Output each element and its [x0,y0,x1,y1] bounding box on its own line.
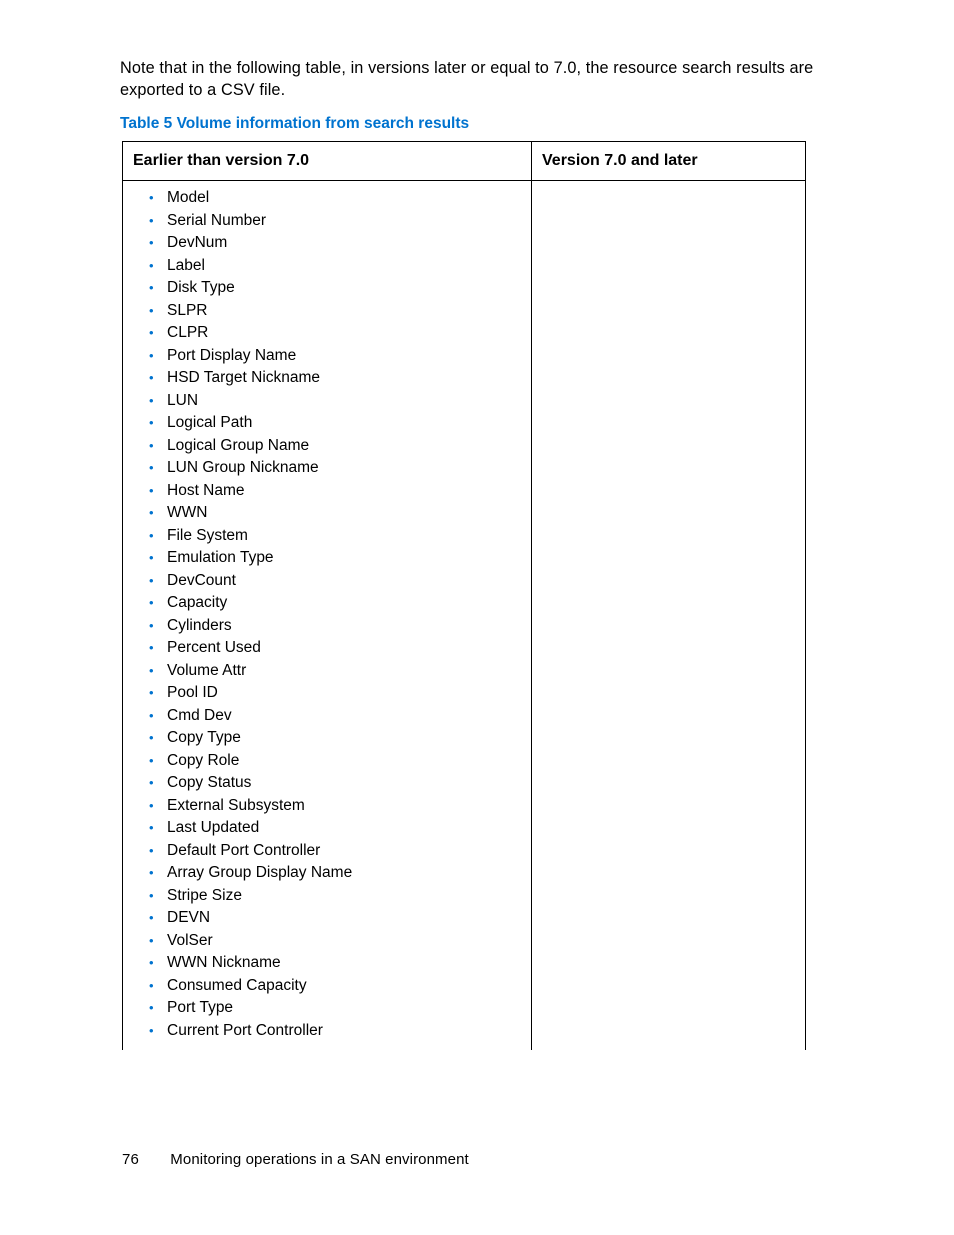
footer-section-title: Monitoring operations in a SAN environme… [170,1151,469,1168]
page-footer: 76 Monitoring operations in a SAN enviro… [122,1151,469,1168]
earlier-items-list: ModelSerial NumberDevNumLabelDisk TypeSL… [133,187,521,1042]
list-item: Host Name [149,480,521,503]
list-item: Current Port Controller [149,1020,521,1043]
list-item: Emulation Type [149,547,521,570]
list-item: Model [149,187,521,210]
table-caption: Table 5 Volume information from search r… [120,115,834,133]
list-item: Capacity [149,592,521,615]
list-item: Cmd Dev [149,705,521,728]
list-item: SLPR [149,300,521,323]
list-item: Default Port Controller [149,840,521,863]
intro-paragraph: Note that in the following table, in ver… [120,57,834,101]
list-item: Copy Role [149,750,521,773]
list-item: Port Type [149,997,521,1020]
list-item: DevCount [149,570,521,593]
list-item: WWN Nickname [149,952,521,975]
list-item: Logical Path [149,412,521,435]
list-item: Copy Status [149,772,521,795]
table-header-earlier: Earlier than version 7.0 [123,142,532,181]
list-item: CLPR [149,322,521,345]
list-item: Disk Type [149,277,521,300]
page-number: 76 [122,1151,166,1168]
list-item: LUN [149,390,521,413]
list-item: Logical Group Name [149,435,521,458]
list-item: Label [149,255,521,278]
list-item: Copy Type [149,727,521,750]
list-item: LUN Group Nickname [149,457,521,480]
list-item: Serial Number [149,210,521,233]
list-item: External Subsystem [149,795,521,818]
list-item: VolSer [149,930,521,953]
list-item: File System [149,525,521,548]
list-item: Port Display Name [149,345,521,368]
table-cell-later [532,181,806,1051]
list-item: DEVN [149,907,521,930]
volume-info-table: Earlier than version 7.0 Version 7.0 and… [122,141,806,1050]
list-item: Percent Used [149,637,521,660]
list-item: Pool ID [149,682,521,705]
list-item: Stripe Size [149,885,521,908]
list-item: Cylinders [149,615,521,638]
list-item: Last Updated [149,817,521,840]
list-item: HSD Target Nickname [149,367,521,390]
list-item: Consumed Capacity [149,975,521,998]
list-item: Array Group Display Name [149,862,521,885]
list-item: DevNum [149,232,521,255]
list-item: Volume Attr [149,660,521,683]
table-header-later: Version 7.0 and later [532,142,806,181]
list-item: WWN [149,502,521,525]
table-cell-earlier: ModelSerial NumberDevNumLabelDisk TypeSL… [123,181,532,1051]
